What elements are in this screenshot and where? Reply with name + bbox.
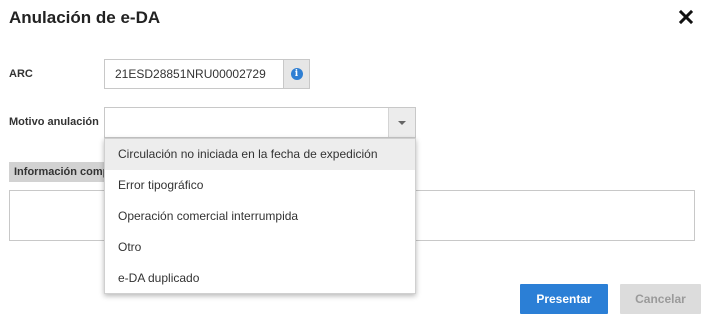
dropdown-toggle[interactable] <box>388 108 415 137</box>
arc-field[interactable]: 21ESD28851NRU00002729 <box>104 59 283 89</box>
dropdown-option-circulacion[interactable]: Circulación no iniciada en la fecha de e… <box>105 139 415 170</box>
dropdown-option-eda-duplicado[interactable]: e-DA duplicado <box>105 263 415 294</box>
close-icon[interactable] <box>677 8 695 26</box>
motivo-dropdown-menu: Circulación no iniciada en la fecha de e… <box>104 138 416 294</box>
chevron-down-icon <box>398 120 406 125</box>
info-complementaria-label: Información complementaria <box>9 162 119 182</box>
presentar-button[interactable]: Presentar <box>520 284 608 314</box>
arc-info-button[interactable]: i <box>283 59 310 89</box>
dropdown-option-error-tipografico[interactable]: Error tipográfico <box>105 170 415 201</box>
cancelar-button[interactable]: Cancelar <box>620 284 701 314</box>
dropdown-option-operacion-interrumpida[interactable]: Operación comercial interrumpida <box>105 201 415 232</box>
dropdown-option-otro[interactable]: Otro <box>105 232 415 263</box>
dialog-title: Anulación de e-DA <box>9 8 161 27</box>
arc-label: ARC <box>9 68 33 80</box>
annul-eda-dialog: Anulación de e-DA ARC 21ESD28851NRU00002… <box>0 0 708 320</box>
motivo-select[interactable] <box>104 107 416 138</box>
motivo-label: Motivo anulación <box>9 116 99 128</box>
info-icon: i <box>290 68 303 80</box>
